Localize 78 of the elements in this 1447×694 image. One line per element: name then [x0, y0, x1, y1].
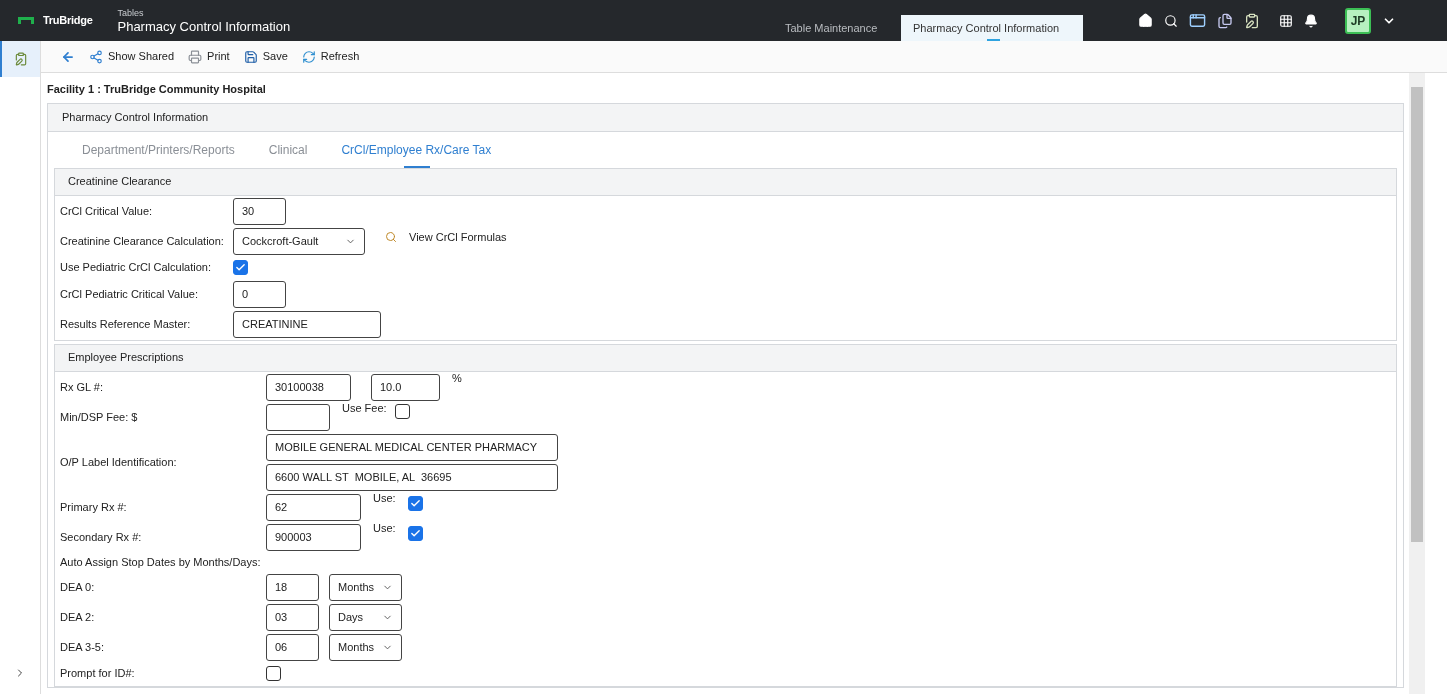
- share-icon: [89, 49, 103, 64]
- use-label: Use:: [373, 520, 396, 536]
- toolbar-button[interactable]: Refresh: [301, 48, 360, 65]
- section-tab[interactable]: CrCl/Employee Rx/Care Tax: [341, 131, 492, 168]
- field-label: O/P Label Identification:: [60, 454, 178, 470]
- percent-sign: %: [452, 370, 462, 386]
- app-tab[interactable]: Table Maintenance: [773, 15, 901, 41]
- use-fee-label: Use Fee:: [342, 400, 387, 416]
- input-field[interactable]: CREATININE: [233, 310, 381, 338]
- dropdown[interactable]: Months: [329, 573, 402, 601]
- checkbox[interactable]: [407, 495, 423, 511]
- section-header: Creatinine Clearance: [55, 168, 1396, 196]
- view-formulas-link[interactable]: View CrCl Formulas: [385, 228, 507, 246]
- field-label: Use Pediatric CrCl Calculation:: [60, 260, 212, 276]
- facility-title: Facility 1 : TruBridge Community Hospital: [47, 82, 267, 97]
- input-field[interactable]: 900003: [266, 523, 361, 551]
- save-icon: [243, 49, 258, 64]
- input-field[interactable]: 30: [233, 197, 286, 225]
- use-label: Use:: [373, 490, 396, 506]
- checkbox[interactable]: [233, 260, 248, 275]
- documents-icon[interactable]: [1217, 12, 1233, 29]
- input-field[interactable]: 62: [266, 493, 361, 521]
- search-icon[interactable]: [1164, 13, 1178, 28]
- check-icon: [409, 497, 421, 509]
- input-field[interactable]: 0: [233, 280, 286, 308]
- app-tab[interactable]: Pharmacy Control Information: [901, 15, 1083, 41]
- toolbar-button[interactable]: Save: [243, 48, 288, 65]
- check-icon: [235, 262, 246, 273]
- section-header: Employee Prescriptions: [55, 344, 1396, 372]
- apps-icon[interactable]: [1279, 13, 1293, 28]
- input-field[interactable]: 10.0: [371, 373, 440, 401]
- field-label: Primary Rx #:: [60, 499, 128, 515]
- input-field[interactable]: MOBILE GENERAL MEDICAL CENTER PHARMACY: [266, 433, 558, 461]
- window-icon[interactable]: [1189, 12, 1206, 29]
- dropdown[interactable]: Days: [329, 603, 402, 631]
- checkbox[interactable]: [394, 403, 410, 419]
- field-label: DEA 3-5:: [60, 639, 106, 655]
- notepad-icon[interactable]: [1244, 12, 1260, 29]
- field-label: Prompt for ID#:: [60, 666, 136, 682]
- logo-text: TruBridge: [43, 13, 93, 29]
- input-field[interactable]: 18: [266, 573, 319, 601]
- input-field[interactable]: [266, 403, 330, 431]
- notepad-icon: [14, 52, 28, 66]
- back-button[interactable]: [61, 49, 75, 64]
- field-label: CrCl Pediatric Critical Value:: [60, 286, 199, 302]
- input-field[interactable]: 6600 WALL ST MOBILE, AL 36695: [266, 463, 558, 491]
- check-icon: [409, 527, 421, 539]
- page-title: Pharmacy Control Information: [117, 19, 291, 33]
- dropdown[interactable]: Months: [329, 633, 402, 661]
- logo-icon: [18, 17, 34, 24]
- tab-indicator: [987, 39, 1000, 41]
- input-field[interactable]: 06: [266, 633, 319, 661]
- field-label: Secondary Rx #:: [60, 529, 143, 545]
- input-field[interactable]: 03: [266, 603, 319, 631]
- input-field[interactable]: 30100038: [266, 373, 351, 401]
- home-icon[interactable]: [1138, 13, 1153, 28]
- refresh-icon: [301, 49, 316, 64]
- group-heading: Auto Assign Stop Dates by Months/Days:: [60, 554, 261, 570]
- field-label: Creatinine Clearance Calculation:: [60, 233, 225, 249]
- notifications-icon[interactable]: [1304, 13, 1318, 28]
- toolbar-button[interactable]: Print: [188, 48, 230, 65]
- field-label: Results Reference Master:: [60, 316, 192, 332]
- toolbar-button[interactable]: Show Shared: [89, 48, 175, 65]
- scrollbar[interactable]: [1409, 73, 1425, 694]
- field-label: Min/DSP Fee: $: [60, 409, 139, 425]
- field-label: Rx GL #:: [60, 379, 104, 395]
- dropdown[interactable]: Cockcroft-Gault: [233, 227, 365, 255]
- checkbox[interactable]: [266, 666, 281, 681]
- field-label: DEA 0:: [60, 579, 96, 595]
- panel-header: Pharmacy Control Information: [48, 103, 1403, 132]
- field-label: DEA 2:: [60, 609, 96, 625]
- magnifier-icon: [385, 231, 397, 243]
- checkbox[interactable]: [407, 525, 423, 541]
- user-avatar[interactable]: JP: [1345, 7, 1371, 34]
- sidebar-item[interactable]: [0, 41, 40, 77]
- breadcrumb: Tables: [117, 8, 145, 18]
- printer-icon: [188, 49, 203, 64]
- field-label: CrCl Critical Value:: [60, 203, 154, 219]
